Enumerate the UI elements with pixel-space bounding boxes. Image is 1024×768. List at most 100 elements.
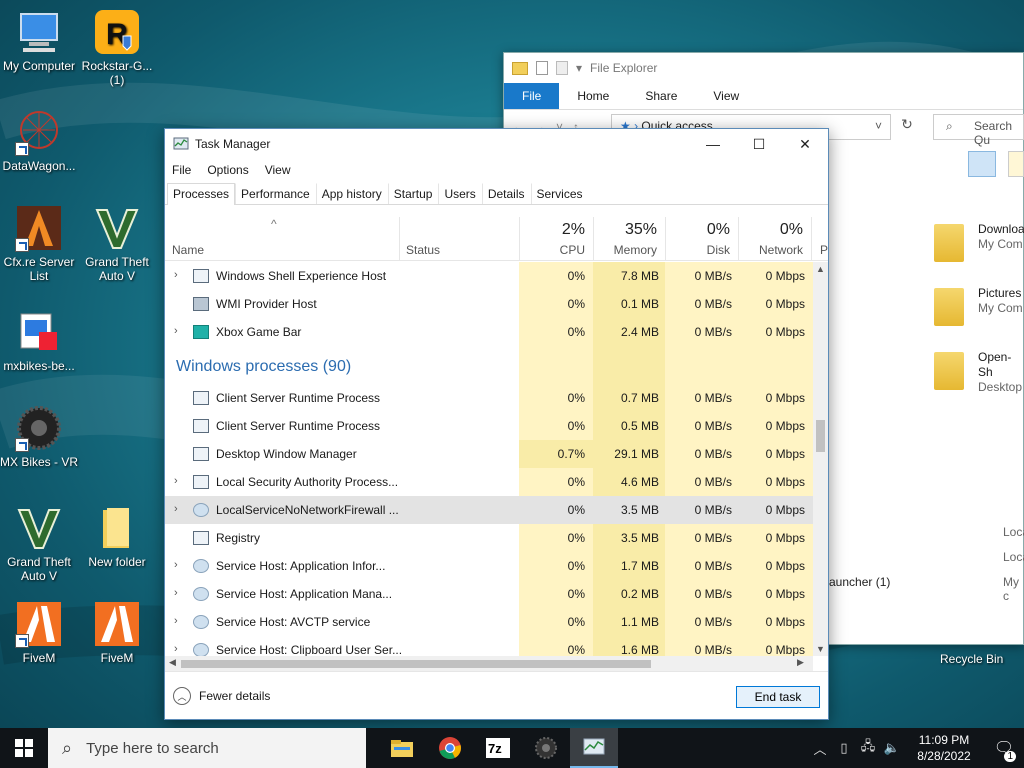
desktop-icon-fivem-2[interactable]: FiveM <box>78 600 156 665</box>
expand-chevron-icon[interactable]: › <box>174 475 178 487</box>
chevron-down-icon[interactable]: ▾ <box>576 61 582 75</box>
desktop-icon-gtav-1[interactable]: Grand Theft Auto V <box>78 204 156 283</box>
tab-processes[interactable]: Processes <box>167 183 236 205</box>
explorer-item-downloads[interactable]: Downloa My Com <box>934 222 1024 262</box>
expand-chevron-icon[interactable]: › <box>174 559 178 571</box>
process-row[interactable]: › Local Security Authority Process... 0% 4.… <box>165 468 813 496</box>
taskbar-7zip[interactable]: 7z <box>474 728 522 768</box>
desktop-icon-rockstar[interactable]: R Rockstar-G... (1) <box>78 8 156 87</box>
explorer-recent-item[interactable]: auncher (1) <box>829 575 890 589</box>
tab-users[interactable]: Users <box>438 183 481 204</box>
process-row[interactable]: Registry 0% 3.5 MB 0 MB/s 0 Mbps <box>165 524 813 552</box>
explorer-tab-share[interactable]: Share <box>627 89 695 103</box>
wmi-icon <box>193 297 209 311</box>
tablet-icon[interactable]: ▯ <box>832 740 856 756</box>
process-row[interactable]: Client Server Runtime Process 0% 0.5 MB 0 M… <box>165 412 813 440</box>
desktop-icon-datawagon[interactable]: DataWagon... <box>0 108 78 173</box>
expand-chevron-icon[interactable]: › <box>174 325 178 337</box>
column-header-memory[interactable]: 35% Memory <box>593 217 665 261</box>
scroll-up-icon[interactable]: ▲ <box>816 264 825 274</box>
pane-toggle-icon[interactable] <box>968 151 996 177</box>
process-row[interactable]: Client Server Runtime Process 0% 0.7 MB 0 M… <box>165 384 813 412</box>
process-row[interactable]: › Service Host: AVCTP service 0% 1.1 MB 0 MB… <box>165 608 813 636</box>
scroll-down-icon[interactable]: ▼ <box>816 644 825 654</box>
scrollbar-thumb[interactable] <box>181 660 651 668</box>
taskbar-task-manager[interactable] <box>570 728 618 768</box>
tab-performance[interactable]: Performance <box>235 183 316 204</box>
explorer-tab-home[interactable]: Home <box>559 89 627 103</box>
desktop-icon-mxbikes-be[interactable]: mxbikes-be... <box>0 308 78 373</box>
tab-startup[interactable]: Startup <box>387 183 439 204</box>
explorer-item-open-shell[interactable]: Open-Sh Desktop <box>934 350 1024 395</box>
vertical-scrollbar[interactable]: ▲ ▼ <box>813 262 828 656</box>
taskbar-file-explorer[interactable] <box>378 728 426 768</box>
taskbar-search-input[interactable]: ⌕ Type here to search <box>48 728 366 768</box>
end-task-button[interactable]: End task <box>736 686 820 708</box>
scroll-left-icon[interactable]: ◀ <box>169 657 176 668</box>
expand-chevron-icon[interactable]: › <box>174 615 178 627</box>
process-row[interactable]: › Service Host: Clipboard User Ser... 0% 1.… <box>165 636 813 656</box>
desktop-icon-gtav-2[interactable]: Grand Theft Auto V <box>0 504 78 583</box>
menu-options[interactable]: Options <box>207 163 248 177</box>
explorer-tab-file[interactable]: File <box>504 83 560 109</box>
column-header-cpu[interactable]: 2% CPU <box>519 217 593 261</box>
column-header-name[interactable]: Name <box>172 243 204 257</box>
process-row[interactable]: Desktop Window Manager 0.7% 29.1 MB 0 MB/s 0… <box>165 440 813 468</box>
menu-view[interactable]: View <box>265 163 291 177</box>
task-manager-window[interactable]: Task Manager — ☐ ✕ File Options View Pro… <box>164 128 829 720</box>
desktop-icon-mxbikes-vr[interactable]: MX Bikes - VR <box>0 404 78 469</box>
taskbar-chrome[interactable] <box>426 728 474 768</box>
column-header-disk[interactable]: 0% Disk <box>665 217 738 261</box>
explorer-tab-view[interactable]: View <box>695 89 757 103</box>
explorer-item-pictures[interactable]: Pictures My Com <box>934 286 1023 326</box>
clock[interactable]: 11:09 PM 8/28/2022 <box>904 732 984 764</box>
tab-details[interactable]: Details <box>481 183 531 204</box>
process-row[interactable]: WMI Provider Host 0% 0.1 MB 0 MB/s 0 Mbps <box>165 290 813 318</box>
network-icon[interactable]: 🖧 <box>856 737 880 759</box>
properties-icon[interactable] <box>536 61 548 75</box>
tab-services[interactable]: Services <box>530 183 589 204</box>
fewer-details-button[interactable]: ︿ Fewer details <box>173 687 270 705</box>
column-header-power[interactable]: P <box>811 217 828 261</box>
minimize-button[interactable]: — <box>690 129 736 159</box>
expand-chevron-icon[interactable]: › <box>174 643 178 655</box>
horizontal-scrollbar[interactable]: ◀ ▶ <box>165 656 813 671</box>
refresh-icon[interactable]: ↻ <box>894 116 920 138</box>
chevron-down-icon[interactable]: ˅ <box>875 119 882 133</box>
process-row[interactable]: › Xbox Game Bar 0% 2.4 MB 0 MB/s 0 Mbps <box>165 318 813 346</box>
column-header-network[interactable]: 0% Network <box>738 217 811 261</box>
expand-chevron-icon[interactable]: › <box>174 587 178 599</box>
process-row[interactable]: › LocalServiceNoNetworkFirewall ... 0% 3.5 … <box>165 496 813 524</box>
chevron-up-icon[interactable]: ︿ <box>808 739 832 758</box>
cfx-icon <box>15 204 63 252</box>
process-row[interactable]: › Service Host: Application Infor... 0% 1.7… <box>165 552 813 580</box>
desktop-icon-label: Cfx.re Server List <box>3 255 75 283</box>
desktop-icon-new-folder[interactable]: New folder <box>78 504 156 569</box>
notification-button[interactable]: 🗨 1 <box>984 738 1024 762</box>
close-button[interactable]: ✕ <box>782 129 828 159</box>
new-folder-icon[interactable] <box>556 61 568 75</box>
recycle-bin-label[interactable]: Recycle Bin <box>940 652 1003 666</box>
tab-app-history[interactable]: App history <box>315 183 388 204</box>
layout-icon[interactable] <box>1008 151 1024 177</box>
explorer-titlebar[interactable]: ▾ File Explorer <box>504 53 1023 83</box>
desktop-icon-fivem-1[interactable]: FiveM <box>0 600 78 665</box>
start-button[interactable] <box>0 728 48 768</box>
scroll-right-icon[interactable]: ▶ <box>797 657 804 668</box>
taskbar-mx-bikes[interactable] <box>522 728 570 768</box>
column-header-row: ^ Name Status 2% CPU 35% Memory 0% Disk … <box>165 217 828 261</box>
expand-chevron-icon[interactable]: › <box>174 503 178 515</box>
task-manager-titlebar[interactable]: Task Manager — ☐ ✕ <box>165 129 828 159</box>
desktop-icon-my-computer[interactable]: My Computer <box>0 8 78 73</box>
desktop-icon-cfx[interactable]: Cfx.re Server List <box>0 204 78 283</box>
group-header-windows-processes[interactable]: Windows processes (90) <box>165 346 813 388</box>
volume-icon[interactable]: 🔈 <box>880 740 904 756</box>
maximize-button[interactable]: ☐ <box>736 129 782 159</box>
menu-file[interactable]: File <box>172 163 191 177</box>
column-header-status[interactable]: Status <box>399 217 519 261</box>
explorer-search-input[interactable]: ⌕ Search Qu <box>933 114 1024 147</box>
process-row[interactable]: › Windows Shell Experience Host 0% 7.8 MB 0 … <box>165 262 813 290</box>
scrollbar-thumb[interactable] <box>816 420 825 452</box>
expand-chevron-icon[interactable]: › <box>174 269 178 281</box>
process-row[interactable]: › Service Host: Application Mana... 0% 0.2 … <box>165 580 813 608</box>
